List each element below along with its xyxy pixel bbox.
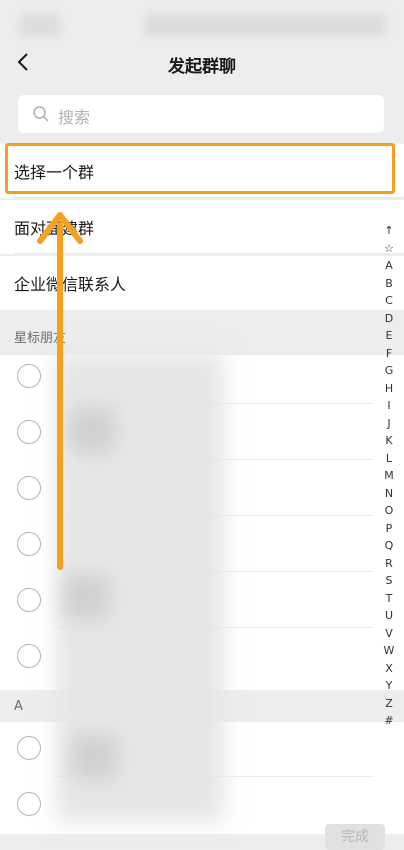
index-letter[interactable]: Y — [382, 677, 396, 695]
index-letter[interactable]: F — [382, 345, 396, 363]
contact-checkbox[interactable] — [17, 736, 41, 760]
index-letter[interactable]: ☆ — [382, 240, 396, 258]
index-letter[interactable]: V — [382, 625, 396, 643]
index-letter[interactable]: B — [382, 275, 396, 293]
contact-checkbox[interactable] — [17, 792, 41, 816]
index-letter[interactable]: S — [382, 572, 396, 590]
contact-checkbox[interactable] — [17, 644, 41, 668]
highlight-box — [5, 143, 395, 194]
index-letter[interactable]: K — [382, 432, 396, 450]
row-divider — [14, 197, 404, 198]
index-letter[interactable]: T — [382, 590, 396, 608]
status-bar — [0, 0, 404, 40]
search-input[interactable]: 搜索 — [18, 95, 384, 133]
index-letter[interactable]: R — [382, 555, 396, 573]
index-letter[interactable]: # — [382, 712, 396, 730]
index-letter[interactable]: A — [382, 257, 396, 275]
section-label-a: A — [14, 699, 23, 714]
index-letter[interactable]: D — [382, 310, 396, 328]
index-letter[interactable]: N — [382, 485, 396, 503]
nav-bar: 发起群聊 — [0, 40, 404, 86]
index-letter[interactable]: G — [382, 362, 396, 380]
index-letter[interactable]: Q — [382, 537, 396, 555]
done-button[interactable]: 完成 — [325, 824, 385, 850]
alphabet-index[interactable]: ↑ ☆ A B C D E F G H I J K L M N O P Q R … — [382, 222, 396, 730]
search-placeholder: 搜索 — [58, 108, 91, 127]
up-arrow-annotation-icon — [37, 212, 83, 570]
index-letter[interactable]: Z — [382, 695, 396, 713]
index-letter[interactable]: ↑ — [382, 222, 396, 240]
index-letter[interactable]: L — [382, 450, 396, 468]
blurred-avatar — [64, 575, 108, 619]
index-letter[interactable]: H — [382, 380, 396, 398]
index-letter[interactable]: E — [382, 327, 396, 345]
index-letter[interactable]: U — [382, 607, 396, 625]
index-letter[interactable]: M — [382, 467, 396, 485]
search-icon — [33, 106, 49, 122]
index-letter[interactable]: J — [382, 415, 396, 433]
contact-checkbox[interactable] — [17, 588, 41, 612]
index-letter[interactable]: O — [382, 502, 396, 520]
index-letter[interactable]: C — [382, 292, 396, 310]
status-blur-right — [145, 14, 385, 36]
index-letter[interactable]: W — [382, 642, 396, 660]
blurred-avatar — [72, 735, 116, 779]
status-blur-left — [20, 14, 60, 36]
index-letter[interactable]: X — [382, 660, 396, 678]
index-letter[interactable]: P — [382, 520, 396, 538]
index-letter[interactable]: I — [382, 397, 396, 415]
page-title: 发起群聊 — [168, 57, 236, 77]
